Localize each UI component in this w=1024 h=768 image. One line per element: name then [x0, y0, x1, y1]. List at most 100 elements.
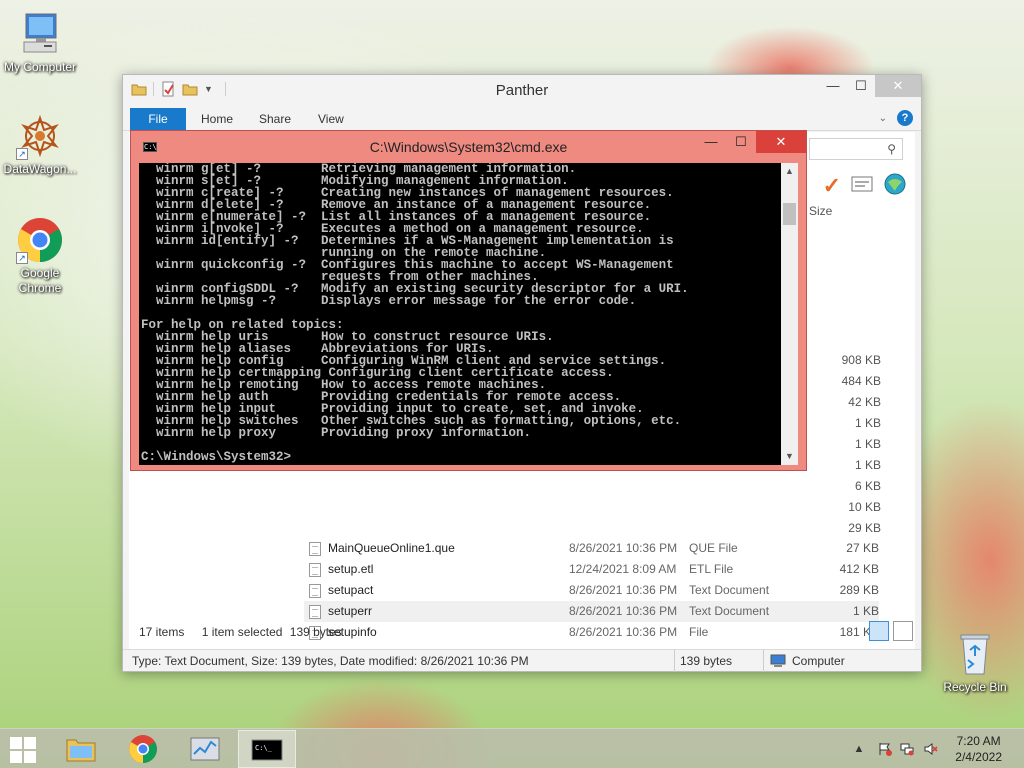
console-output[interactable]: winrm g[et] -? Retrieving management inf…	[139, 163, 782, 465]
chrome-icon: ↗	[16, 216, 64, 264]
table-row-selected[interactable]: setuperr 8/26/2021 10:36 PM Text Documen…	[304, 601, 879, 622]
file-size: 289 KB	[839, 583, 879, 597]
file-date: 12/24/2021 8:09 AM	[569, 562, 677, 576]
file-date: 8/26/2021 10:36 PM	[569, 625, 678, 639]
shortcut-arrow-icon: ↗	[16, 252, 28, 264]
minimize-button[interactable]: —	[696, 131, 726, 153]
svg-text:C:\_: C:\_	[255, 744, 273, 752]
table-row[interactable]: setupact 8/26/2021 10:36 PM Text Documen…	[304, 580, 879, 601]
file-icon	[309, 605, 321, 619]
scroll-thumb[interactable]	[783, 203, 796, 225]
taskbar-task-manager[interactable]	[176, 730, 234, 768]
tab-home[interactable]: Home	[201, 108, 233, 131]
network-icon[interactable]	[900, 742, 914, 756]
size-cell: 1 KB	[854, 416, 881, 430]
cmd-title-bar: C:\ C:\Windows\System32\cmd.exe — ☐ ✕	[131, 131, 806, 161]
clock-time: 7:20 AM	[956, 734, 1001, 748]
tab-view[interactable]: View	[318, 108, 344, 131]
size-cell: 42 KB	[848, 395, 881, 409]
computer-icon	[16, 10, 64, 58]
search-icon: ⚲	[887, 142, 896, 156]
taskbar: C:\_ ▲ 7:20 AM 2/4/2022	[0, 728, 1024, 768]
table-row[interactable]: MainQueueOnline1.que 8/26/2021 10:36 PM …	[304, 538, 879, 559]
item-status: 17 items 1 item selected 139 bytes	[139, 625, 342, 639]
preview-pane-icon[interactable]	[851, 176, 873, 195]
selection-count: 1 item selected	[201, 625, 283, 639]
desktop-icon-label: DataWagon...	[3, 162, 77, 176]
globe-icon[interactable]	[883, 172, 907, 199]
taskbar-cmd[interactable]: C:\_	[238, 730, 296, 768]
show-hidden-icons-chevron-icon[interactable]: ▲	[852, 742, 866, 756]
ribbon-right-controls: ⌄ ?	[879, 110, 913, 126]
file-type: QUE File	[689, 541, 738, 555]
performance-monitor-icon	[190, 737, 220, 761]
window-title: Panther	[495, 82, 549, 99]
size-cell: 1 KB	[854, 458, 881, 472]
help-icon[interactable]: ?	[897, 110, 913, 126]
shortcut-arrow-icon: ↗	[16, 148, 28, 160]
ribbon-tabs: File Home Share View ⌄ ?	[123, 105, 921, 131]
file-icon	[309, 542, 321, 556]
maximize-button[interactable]: ☐	[726, 131, 756, 153]
column-header-size[interactable]: Size	[809, 204, 832, 218]
file-date: 8/26/2021 10:36 PM	[569, 541, 678, 555]
desktop-icon-label: Recycle Bin	[943, 680, 1007, 694]
file-type: File	[689, 625, 709, 639]
volume-muted-icon[interactable]	[924, 742, 938, 756]
file-size: 1 KB	[852, 604, 879, 618]
close-button[interactable]: ✕	[875, 75, 921, 97]
toolbar-icons: ✓	[823, 172, 907, 199]
search-input[interactable]: ⚲	[809, 138, 903, 160]
desktop-icon-datawagon[interactable]: ↗ DataWagon...	[0, 112, 80, 177]
table-row[interactable]: setupinfo 8/26/2021 10:36 PM File 181 KB	[304, 622, 879, 643]
window-controls: — ☐ ✕	[819, 75, 921, 97]
taskbar-file-explorer[interactable]	[52, 730, 110, 768]
desktop-icon-label: Google Chrome	[18, 266, 62, 295]
size-cell: 1 KB	[854, 437, 881, 451]
file-date: 8/26/2021 10:36 PM	[569, 604, 678, 618]
desktop-icon-recycle-bin[interactable]: Recycle Bin	[935, 630, 1015, 695]
item-count: 17 items	[139, 625, 185, 639]
desktop-icon-my-computer[interactable]: My Computer	[0, 10, 80, 75]
size-cell: 484 KB	[841, 374, 881, 388]
file-icon	[309, 563, 321, 577]
table-row[interactable]: setup.etl 12/24/2021 8:09 AM ETL File 41…	[304, 559, 879, 580]
file-date: 8/26/2021 10:36 PM	[569, 583, 678, 597]
size-cell: 10 KB	[848, 500, 881, 514]
explorer-title-bar: ▼ Panther — ☐ ✕	[123, 75, 921, 105]
file-name: setupact	[328, 583, 374, 597]
tab-file[interactable]: File	[130, 108, 186, 131]
file-name: setuperr	[328, 604, 373, 618]
start-button[interactable]	[10, 737, 36, 763]
check-icon[interactable]: ✓	[823, 173, 841, 199]
chrome-icon	[129, 735, 157, 763]
console-text: winrm g[et] -? Retrieving management inf…	[141, 163, 689, 464]
file-size: 412 KB	[839, 562, 879, 576]
size-cell: 6 KB	[854, 479, 881, 493]
minimize-button[interactable]: —	[819, 75, 847, 97]
status-location: Computer	[763, 650, 845, 672]
desktop-icon-label: My Computer	[3, 60, 77, 74]
recycle-bin-icon	[951, 630, 999, 678]
desktop-icon-google-chrome[interactable]: ↗ Google Chrome	[0, 216, 80, 296]
taskbar-chrome[interactable]	[114, 730, 172, 768]
cmd-window: C:\ C:\Windows\System32\cmd.exe — ☐ ✕ wi…	[130, 130, 807, 471]
tab-share[interactable]: Share	[259, 108, 291, 131]
large-icons-view-icon[interactable]	[893, 621, 913, 641]
details-view-icon[interactable]	[869, 621, 889, 641]
size-cell: 29 KB	[848, 521, 881, 535]
expand-ribbon-chevron-icon[interactable]: ⌄	[879, 113, 887, 124]
maximize-button[interactable]: ☐	[847, 75, 875, 97]
status-info: Type: Text Document, Size: 139 bytes, Da…	[132, 654, 529, 668]
scroll-up-icon[interactable]: ▲	[781, 163, 798, 180]
action-center-flag-icon[interactable]	[878, 742, 892, 756]
file-name: setup.etl	[328, 562, 374, 576]
clock[interactable]: 7:20 AM 2/4/2022	[955, 733, 1002, 765]
clock-date: 2/4/2022	[955, 750, 1002, 764]
view-toggle	[869, 621, 913, 641]
scroll-down-icon[interactable]: ▼	[781, 448, 798, 465]
computer-icon	[770, 654, 786, 667]
close-button[interactable]: ✕	[756, 131, 806, 153]
console-scrollbar[interactable]: ▲ ▼	[781, 163, 798, 465]
location-label: Computer	[792, 654, 845, 668]
